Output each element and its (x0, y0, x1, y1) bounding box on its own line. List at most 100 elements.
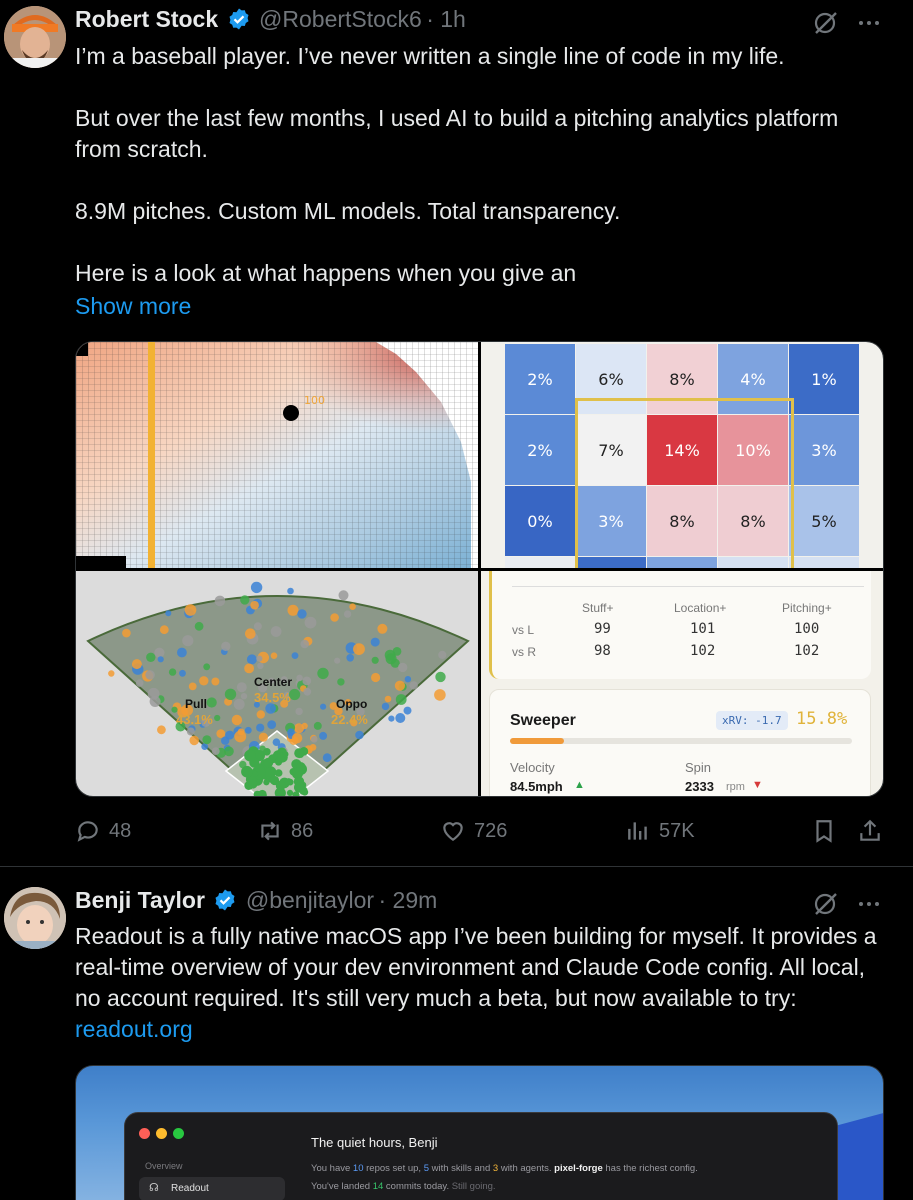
app-window: Overview ☊ Readout The quiet hours, Benj… (124, 1112, 838, 1200)
spin-down-arrow-icon: ▼ (752, 779, 763, 791)
tweet-time[interactable]: · 29m (378, 887, 437, 913)
spray-dot (165, 610, 172, 617)
zone-cell: 2% (505, 415, 575, 485)
repost-icon (261, 821, 279, 841)
minimize-window-dot[interactable] (156, 1128, 167, 1139)
spray-dot (343, 610, 352, 618)
spray-dot (434, 689, 446, 701)
spray-dot (177, 647, 187, 658)
split-value: 99 (594, 621, 611, 637)
sidebar-item-label: Readout (171, 1183, 209, 1194)
spray-dot (263, 779, 270, 786)
usage-bar-fill (510, 738, 565, 744)
spray-dot (377, 623, 388, 634)
sidebar-item-readout[interactable]: ☊ Readout (139, 1177, 285, 1200)
zone-cell: 6% (576, 344, 646, 414)
close-window-dot[interactable] (139, 1128, 150, 1139)
tweet-benji-taylor[interactable]: Benji Taylor @benjitaylor · 29m Readout … (0, 867, 913, 1200)
zone-cell: 14% (647, 415, 717, 485)
verified-badge-icon (213, 888, 237, 912)
more-options-icon[interactable] (857, 892, 881, 921)
spray-dot (168, 668, 177, 676)
spray-dot (244, 726, 252, 734)
more-options-icon[interactable] (857, 11, 881, 40)
like-button[interactable]: 726 (440, 818, 507, 844)
spray-dot (108, 670, 115, 677)
media-heatmap[interactable]: 100 (76, 342, 478, 568)
grok-icon[interactable] (813, 891, 839, 922)
tweet-media-grid[interactable]: 100 2% 6% 8% 4% 1% 2% 7% 14% 10% 3% 0% 3% 8% 8% 5% Pul… (75, 341, 884, 797)
spray-dot (270, 652, 278, 659)
spray-dot (322, 753, 332, 763)
repost-button[interactable]: 86 (257, 818, 313, 844)
tweet-robert-stock[interactable]: Robert Stock @RobertStock6 · 1h I’m a ba… (0, 0, 913, 866)
spray-dot (404, 676, 412, 683)
reply-button[interactable]: 48 (75, 818, 131, 844)
spray-dot (201, 743, 209, 750)
spray-dot (240, 595, 250, 605)
media-zone-grid[interactable]: 2% 6% 8% 4% 1% 2% 7% 14% 10% 3% 0% 3% 8% 8% 5% (481, 342, 883, 568)
media-pitch-card[interactable]: Stuff+ Location+ Pitching+ vs L 99 101 1… (481, 571, 883, 796)
avatar[interactable] (4, 887, 66, 949)
spray-dot (245, 628, 256, 639)
split-header-location: Location+ (674, 601, 727, 615)
spray-dot (154, 647, 165, 658)
spin-label: Spin (685, 760, 712, 775)
zoom-window-dot[interactable] (173, 1128, 184, 1139)
spin-value: 2333 (685, 779, 714, 794)
tweet-media-app-preview[interactable]: Overview ☊ Readout The quiet hours, Benj… (75, 1065, 884, 1200)
spray-dot (241, 765, 253, 778)
author-name[interactable]: Benji Taylor (75, 887, 205, 913)
tweet-header-actions (813, 891, 881, 922)
spray-dot (216, 729, 226, 738)
repos-count: 10 (352, 1163, 364, 1174)
spray-dot (263, 757, 274, 768)
author-handle[interactable]: @RobertStock6 (259, 6, 422, 32)
bookmark-icon (816, 820, 832, 843)
media-spray-chart[interactable]: Pull 43.1% Center 34.5% Oppo 22.4% (76, 571, 478, 796)
spray-dot (203, 663, 211, 671)
verified-badge-icon (227, 7, 251, 31)
author-handle[interactable]: @benjitaylor (246, 887, 374, 913)
spray-dot (145, 670, 155, 680)
spray-dot (291, 733, 303, 744)
reply-count: 48 (109, 819, 132, 842)
spray-dot (188, 682, 197, 691)
share-button[interactable] (857, 818, 883, 844)
spray-dot (244, 749, 256, 762)
app-summary-line-2: You've landed 14 commits today. Still go… (311, 1181, 496, 1192)
zone-cell: 8% (647, 344, 717, 414)
spray-dot (257, 662, 264, 669)
spray-dot (274, 769, 283, 777)
author-name[interactable]: Robert Stock (75, 6, 218, 32)
bookmark-button[interactable] (811, 818, 837, 844)
spray-dot (214, 714, 221, 722)
zone-cell: 1% (789, 344, 859, 414)
spray-dot (296, 674, 303, 682)
tweet-text: Readout is a fully native macOS app I’ve… (75, 921, 890, 1045)
tweet-time[interactable]: · 1h (426, 6, 466, 32)
spray-dot (146, 652, 156, 662)
zone-cell: 4% (718, 344, 788, 414)
show-more-link[interactable]: Show more (75, 291, 191, 322)
spray-dot (330, 613, 339, 622)
grok-icon[interactable] (813, 10, 839, 41)
views-button[interactable]: 57K (625, 818, 695, 844)
spray-dot (303, 687, 312, 696)
zone-cell: 3% (576, 486, 646, 556)
pull-pct: 43.1% (176, 712, 213, 727)
tweet-header: Benji Taylor @benjitaylor · 29m (75, 887, 437, 914)
spray-dot (300, 639, 309, 649)
spray-dot (319, 731, 328, 740)
spray-dot (275, 780, 286, 791)
avatar-image (4, 887, 66, 949)
tweet-actions: 48 86 726 57K (75, 814, 885, 850)
spray-dot (403, 706, 412, 715)
spray-dot (256, 655, 263, 662)
avatar[interactable] (4, 6, 66, 68)
readout-link[interactable]: readout.org (75, 1016, 193, 1042)
zone-cell (647, 557, 717, 568)
heatmap-chart: 100 (76, 342, 478, 568)
spray-dot (291, 652, 299, 659)
summary-text: with skills and (429, 1163, 493, 1174)
